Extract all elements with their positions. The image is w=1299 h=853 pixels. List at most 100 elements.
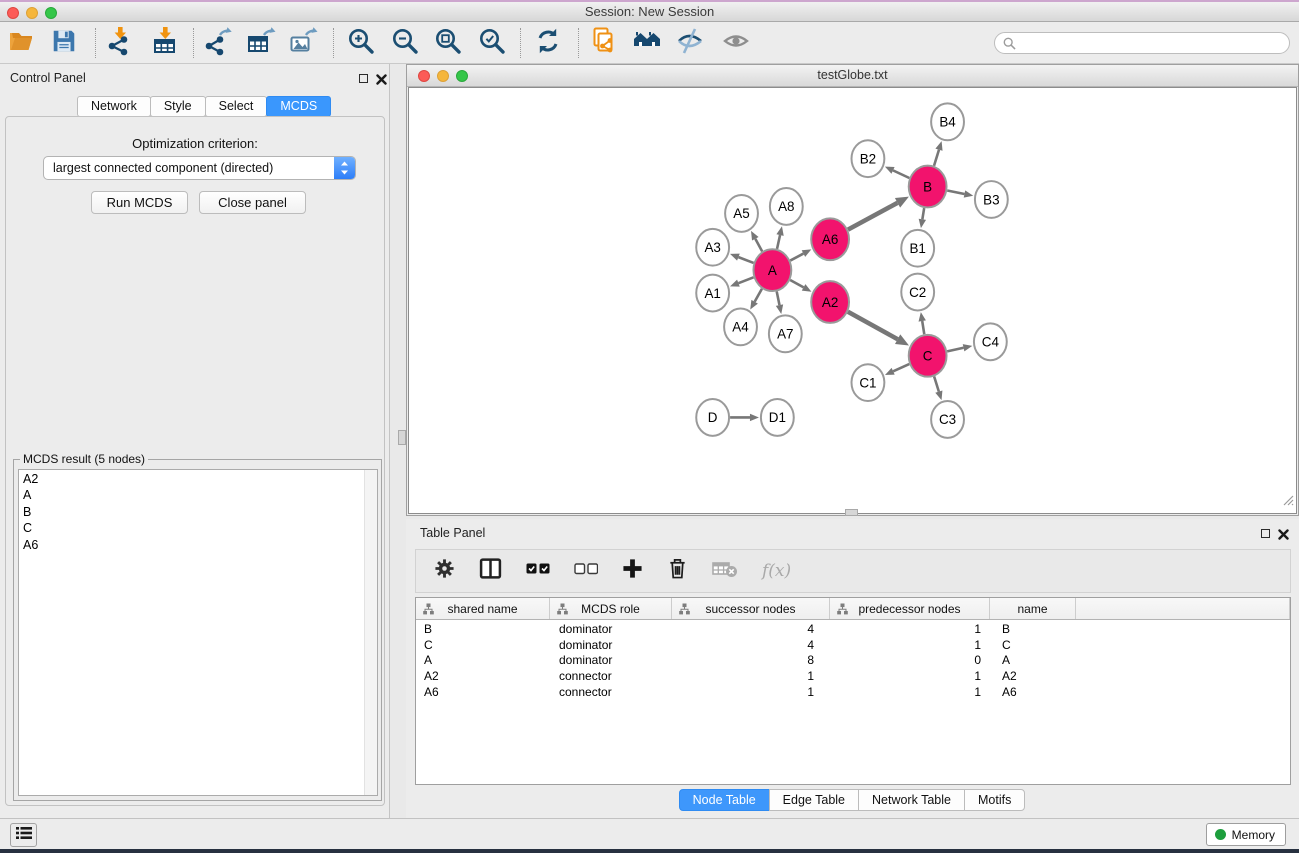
select-all-button[interactable] bbox=[526, 562, 550, 580]
tab-network[interactable]: Network bbox=[77, 96, 151, 117]
network-canvas[interactable]: AA6A2BCA1A3A5A8A4A7B2B4B3B1C2C4C1C3DD1 bbox=[408, 87, 1297, 514]
zoom-fit-button[interactable] bbox=[431, 26, 465, 60]
table-cell[interactable]: 1 bbox=[830, 685, 990, 699]
import-table-button[interactable] bbox=[148, 26, 182, 60]
float-panel-icon[interactable] bbox=[1261, 529, 1270, 538]
table-cell[interactable]: A2 bbox=[416, 669, 550, 683]
table-cell[interactable]: 1 bbox=[830, 638, 990, 652]
edge-A-A4[interactable] bbox=[755, 289, 762, 302]
task-history-button[interactable] bbox=[10, 823, 37, 847]
table-cell[interactable]: dominator bbox=[550, 638, 672, 652]
table-cell[interactable]: A bbox=[416, 653, 550, 667]
node-D[interactable]: D bbox=[696, 399, 729, 436]
table-cell[interactable]: 8 bbox=[672, 653, 830, 667]
mcds-result-list[interactable]: A2ABCA6 bbox=[18, 469, 378, 796]
node-A6[interactable]: A6 bbox=[811, 218, 849, 260]
add-row-button[interactable] bbox=[622, 558, 643, 584]
export-table-button[interactable] bbox=[244, 26, 278, 60]
run-mcds-button[interactable]: Run MCDS bbox=[91, 191, 188, 214]
node-B[interactable]: B bbox=[909, 166, 947, 208]
node-B2[interactable]: B2 bbox=[852, 140, 885, 177]
float-panel-icon[interactable] bbox=[359, 74, 368, 83]
memory-button[interactable]: Memory bbox=[1206, 823, 1286, 846]
network-from-selection-button[interactable] bbox=[588, 26, 622, 60]
table-cell[interactable]: A bbox=[990, 653, 1076, 667]
home-button[interactable] bbox=[630, 26, 664, 60]
mcds-result-item[interactable]: C bbox=[19, 520, 377, 537]
table-cell[interactable]: 0 bbox=[830, 653, 990, 667]
delete-row-button[interactable] bbox=[667, 557, 688, 585]
mcds-result-item[interactable]: B bbox=[19, 503, 377, 520]
edge-B-B2[interactable] bbox=[893, 170, 909, 178]
edge-A6-B[interactable] bbox=[848, 203, 898, 230]
node-C[interactable]: C bbox=[909, 335, 947, 377]
mcds-result-item[interactable]: A bbox=[19, 487, 377, 504]
table-row[interactable]: Cdominator41C bbox=[416, 637, 1290, 653]
edge-A-A5[interactable] bbox=[755, 239, 762, 252]
edge-B-B4[interactable] bbox=[934, 150, 939, 166]
zoom-in-button[interactable] bbox=[344, 26, 378, 60]
vertical-divider-handle[interactable] bbox=[398, 430, 406, 445]
table-cell[interactable]: C bbox=[416, 638, 550, 652]
mcds-result-item[interactable]: A6 bbox=[19, 536, 377, 553]
node-A[interactable]: A bbox=[753, 249, 791, 291]
search-box[interactable] bbox=[994, 32, 1290, 54]
tab-edge-table[interactable]: Edge Table bbox=[769, 789, 859, 811]
criterion-dropdown[interactable]: largest connected component (directed) bbox=[43, 156, 356, 180]
table-cell[interactable]: A6 bbox=[416, 685, 550, 699]
edge-A-A2[interactable] bbox=[790, 280, 803, 287]
table-row[interactable]: Bdominator41B bbox=[416, 621, 1290, 637]
table-cell[interactable]: 1 bbox=[672, 685, 830, 699]
edge-A-A7[interactable] bbox=[777, 292, 780, 306]
open-session-button[interactable] bbox=[5, 26, 39, 60]
close-panel-button[interactable]: Close panel bbox=[199, 191, 306, 214]
table-cell[interactable]: 1 bbox=[830, 622, 990, 636]
show-columns-button[interactable] bbox=[479, 557, 502, 585]
node-A2[interactable]: A2 bbox=[811, 281, 849, 323]
table-cell[interactable]: A2 bbox=[990, 669, 1076, 683]
search-input[interactable] bbox=[1021, 34, 1281, 52]
table-cell[interactable]: B bbox=[416, 622, 550, 636]
export-image-button[interactable] bbox=[286, 26, 320, 60]
tab-node-table[interactable]: Node Table bbox=[679, 789, 770, 811]
node-A3[interactable]: A3 bbox=[696, 229, 729, 266]
close-panel-icon[interactable] bbox=[1278, 527, 1290, 539]
birds-eye-view-button[interactable] bbox=[719, 26, 753, 60]
function-builder-button[interactable]: f(x) bbox=[762, 561, 791, 581]
import-network-button[interactable] bbox=[103, 26, 137, 60]
tab-network-table[interactable]: Network Table bbox=[858, 789, 965, 811]
column-header-shared-name[interactable]: shared name bbox=[416, 598, 550, 619]
edge-A-A6[interactable] bbox=[790, 254, 803, 261]
node-A5[interactable]: A5 bbox=[725, 195, 758, 232]
node-C3[interactable]: C3 bbox=[931, 401, 964, 438]
tab-motifs[interactable]: Motifs bbox=[964, 789, 1025, 811]
edge-C-C4[interactable] bbox=[947, 348, 963, 352]
horizontal-divider-handle[interactable] bbox=[845, 509, 858, 516]
edge-B-B1[interactable] bbox=[922, 208, 924, 219]
minimize-traffic-light[interactable] bbox=[437, 70, 449, 82]
tab-mcds[interactable]: MCDS bbox=[266, 96, 331, 117]
column-header-successor-nodes[interactable]: successor nodes bbox=[672, 598, 830, 619]
zoom-selected-button[interactable] bbox=[475, 26, 509, 60]
minimize-traffic-light[interactable] bbox=[26, 7, 38, 19]
table-cell[interactable]: connector bbox=[550, 669, 672, 683]
export-network-button[interactable] bbox=[201, 26, 235, 60]
node-D1[interactable]: D1 bbox=[761, 399, 794, 436]
save-session-button[interactable] bbox=[47, 26, 81, 60]
node-C1[interactable]: C1 bbox=[852, 364, 885, 401]
table-cell[interactable]: connector bbox=[550, 685, 672, 699]
node-A7[interactable]: A7 bbox=[769, 315, 802, 352]
network-window-titlebar[interactable]: testGlobe.txt bbox=[407, 65, 1298, 87]
node-B3[interactable]: B3 bbox=[975, 181, 1008, 218]
table-settings-button[interactable] bbox=[434, 558, 455, 584]
edge-C-C3[interactable] bbox=[934, 376, 939, 391]
column-header-MCDS-role[interactable]: MCDS role bbox=[550, 598, 672, 619]
table-row[interactable]: A6connector11A6 bbox=[416, 684, 1290, 700]
resize-grip-icon[interactable] bbox=[1282, 493, 1294, 511]
result-list-scrollbar[interactable] bbox=[364, 470, 377, 795]
node-C2[interactable]: C2 bbox=[901, 274, 934, 311]
edge-A-A3[interactable] bbox=[738, 257, 753, 263]
node-B4[interactable]: B4 bbox=[931, 103, 964, 140]
edge-B-B3[interactable] bbox=[947, 191, 964, 195]
table-row[interactable]: A2connector11A2 bbox=[416, 668, 1290, 684]
